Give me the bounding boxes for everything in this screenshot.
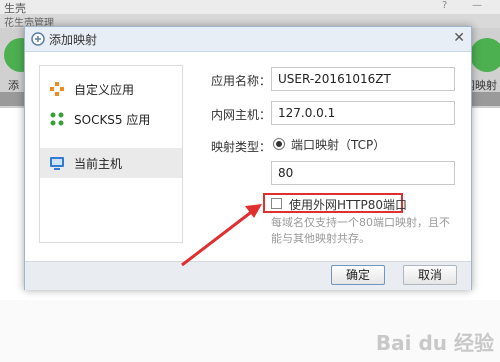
cancel-button[interactable]: 取消 bbox=[403, 265, 457, 285]
dialog-title: 添加映射 bbox=[49, 33, 98, 47]
watermark: Bai du 经验 bbox=[375, 331, 494, 355]
app-name-label: 应用名称： bbox=[211, 74, 272, 88]
internal-host-field[interactable] bbox=[271, 101, 455, 125]
background-titlebar bbox=[0, 0, 500, 14]
sidebar-item-label: SOCKS5 应用 bbox=[74, 113, 151, 127]
internal-host-label: 内网主机： bbox=[211, 108, 272, 122]
minimize-icon[interactable]: — bbox=[472, 0, 482, 11]
add-mapping-dialog: 添加映射 ✕ 自定义应用 SOCKS5 应用 当前主机 应用名称： USER-2… bbox=[24, 26, 472, 290]
socks5-icon bbox=[50, 112, 64, 126]
background-toolbar-left-label: 添 bbox=[8, 79, 19, 92]
use-http80-label: 使用外网HTTP80端口 bbox=[289, 198, 407, 212]
plus-link-icon bbox=[31, 32, 45, 46]
question-icon[interactable]: ? bbox=[442, 0, 447, 11]
sidebar-item-label: 自定义应用 bbox=[74, 83, 135, 97]
ok-button[interactable]: 确定 bbox=[331, 265, 385, 285]
mapping-type-label: 映射类型： bbox=[211, 140, 272, 154]
app-name-field[interactable] bbox=[271, 67, 455, 91]
background-green-button-right[interactable] bbox=[470, 38, 500, 72]
http80-hint-text: 每域名仅支持一个80端口映射，且不能与其他映射共存。 bbox=[271, 216, 450, 245]
mapping-type-list: 自定义应用 SOCKS5 应用 当前主机 bbox=[39, 65, 183, 243]
sidebar-item-socks5[interactable]: SOCKS5 应用 bbox=[40, 104, 182, 134]
sidebar-item-label: 当前主机 bbox=[74, 157, 123, 171]
use-http80-checkbox[interactable] bbox=[271, 198, 282, 209]
port-mapping-radio[interactable] bbox=[273, 138, 285, 150]
port-mapping-radio-label: 端口映射（TCP） bbox=[291, 138, 386, 152]
close-icon[interactable]: ✕ bbox=[453, 30, 465, 46]
host-monitor-icon bbox=[50, 157, 64, 170]
custom-app-icon bbox=[50, 82, 64, 96]
sidebar-item-custom-app[interactable]: 自定义应用 bbox=[40, 74, 182, 104]
dialog-titlebar: 添加映射 ✕ bbox=[25, 27, 471, 52]
port-field[interactable] bbox=[271, 161, 455, 185]
sidebar-item-current-host[interactable]: 当前主机 bbox=[40, 148, 182, 178]
